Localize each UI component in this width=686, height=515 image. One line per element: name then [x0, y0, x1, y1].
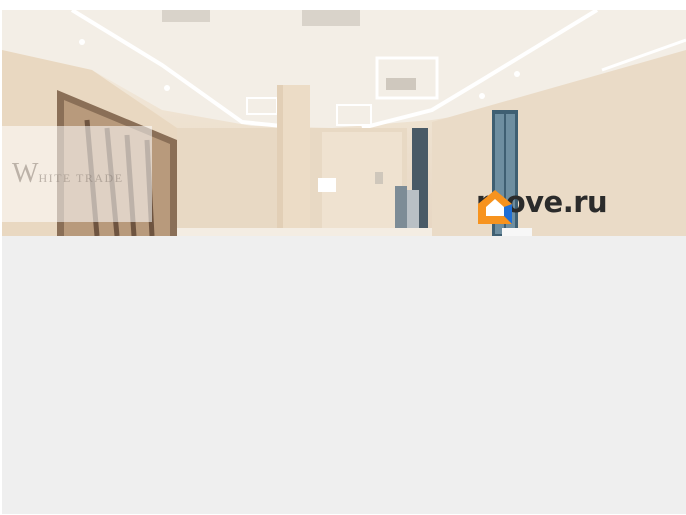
- watermark-rest: HITE TRADE: [38, 171, 124, 185]
- image-viewer: WHITE TRADE move.ru: [2, 10, 686, 514]
- house-logo-icon: [478, 190, 512, 224]
- brand-logo: move.ru: [476, 188, 608, 224]
- listing-photo[interactable]: WHITE TRADE move.ru: [2, 10, 686, 236]
- watermark-initial: W: [12, 158, 39, 189]
- watermark-box: WHITE TRADE: [2, 126, 152, 222]
- watermark-text: WHITE TRADE: [12, 158, 124, 190]
